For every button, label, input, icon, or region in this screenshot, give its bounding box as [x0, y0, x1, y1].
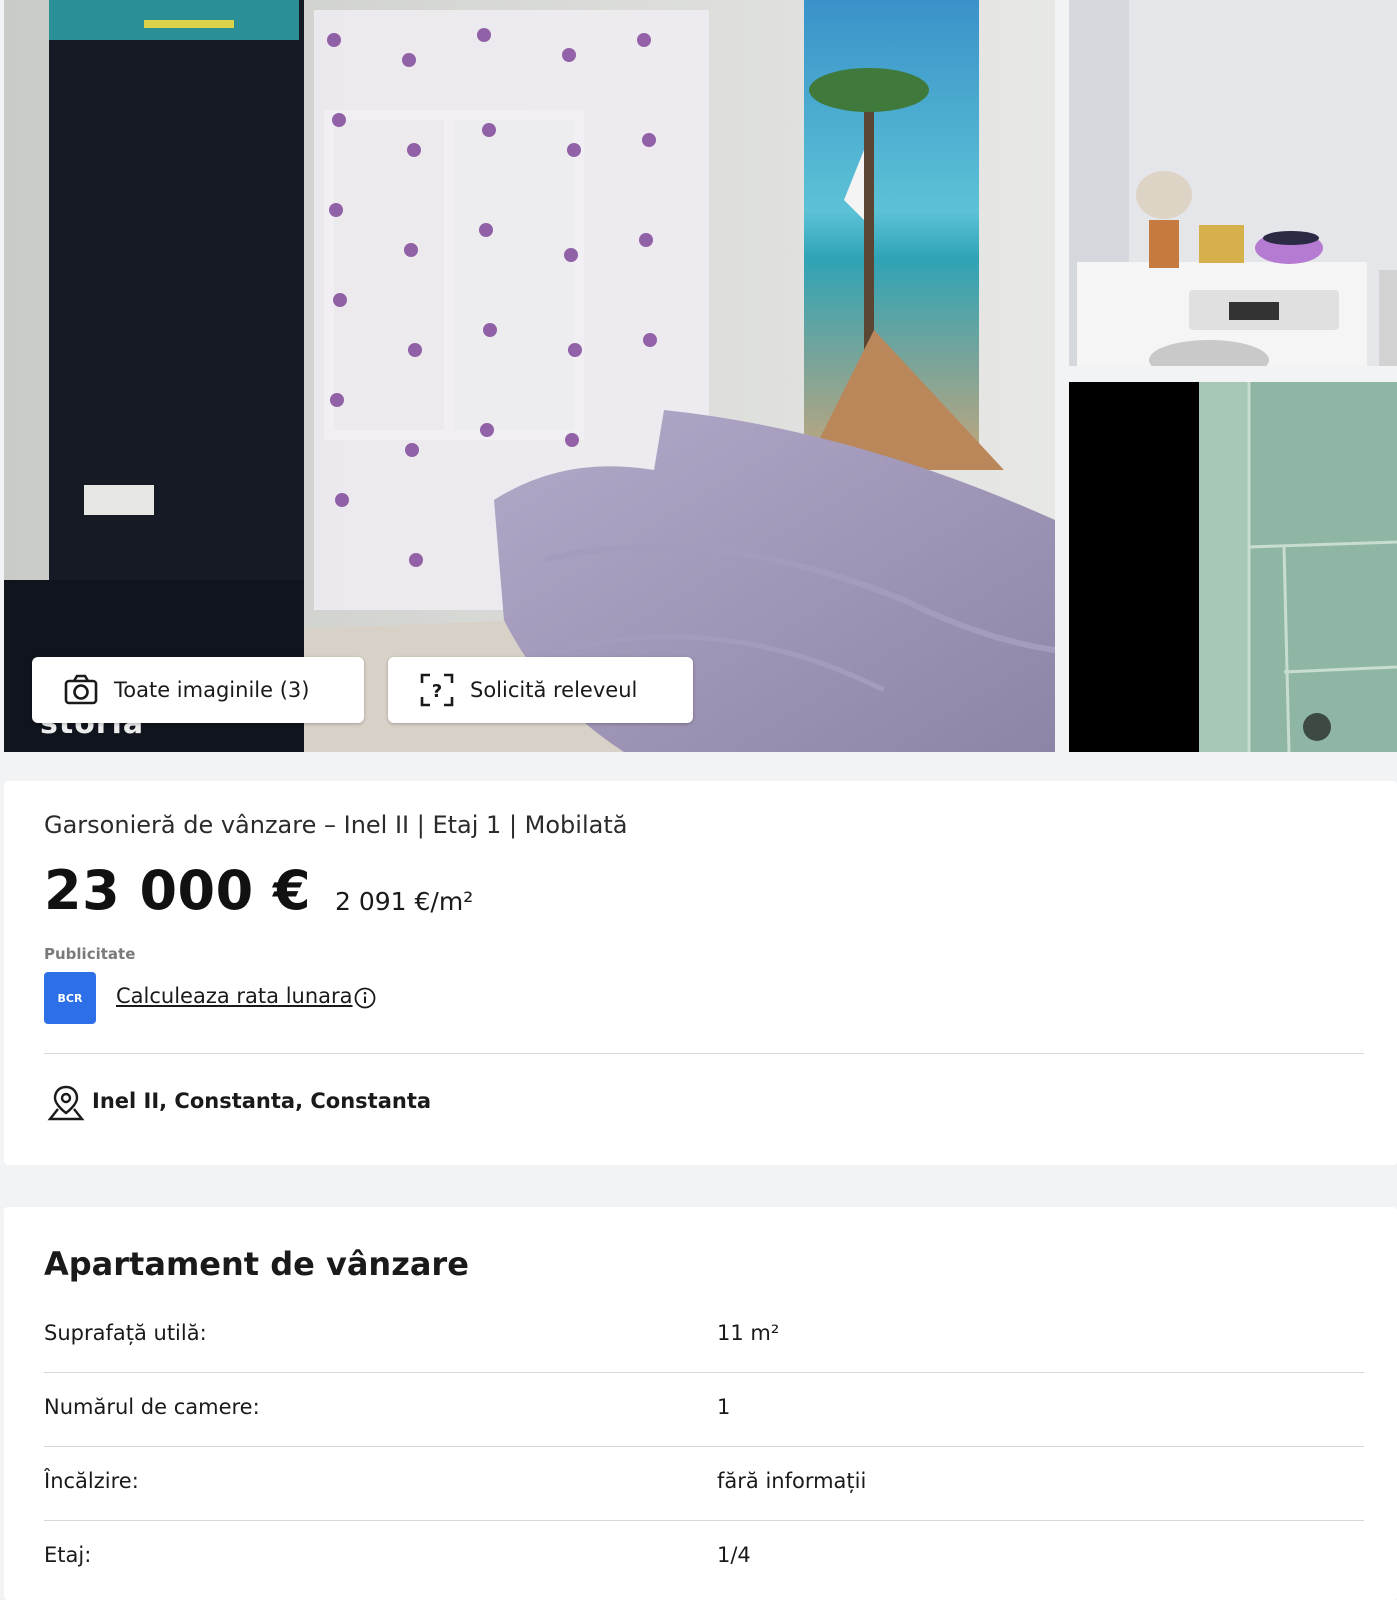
detail-row-floor: Etaj: 1/4	[44, 1521, 1364, 1595]
all-images-label: Toate imaginile (3)	[114, 678, 310, 702]
listing-price: 23 000 €	[44, 859, 312, 922]
request-floorplan-label: Solicită releveul	[470, 678, 638, 702]
section-title: Apartament de vânzare	[44, 1245, 469, 1283]
detail-value: 1	[717, 1395, 731, 1419]
calculate-monthly-rate-link[interactable]: Calculeaza rata lunara	[116, 984, 353, 1008]
property-details-card: Apartament de vânzare Suprafață utilă: 1…	[4, 1207, 1397, 1600]
all-images-button[interactable]: Toate imaginile (3)	[32, 657, 364, 723]
detail-row-rooms: Numărul de camere: 1	[44, 1373, 1364, 1447]
divider	[44, 1053, 1364, 1054]
detail-value: 1/4	[717, 1543, 751, 1567]
main-photo[interactable]	[4, 0, 1055, 752]
detail-value: 11 m²	[717, 1321, 780, 1345]
ad-label: Publicitate	[44, 945, 136, 963]
info-icon[interactable]	[353, 986, 377, 1010]
map-pin-icon	[47, 1085, 85, 1121]
kitchen-photo[interactable]	[1069, 0, 1397, 366]
bathroom-photo[interactable]	[1069, 382, 1397, 752]
detail-label: Încălzire:	[44, 1469, 139, 1493]
price-per-sqm: 2 091 €/m²	[335, 887, 474, 916]
floorplan-question-icon: ?	[418, 671, 456, 709]
request-floorplan-button[interactable]: ? Solicită releveul	[388, 657, 693, 723]
detail-label: Numărul de camere:	[44, 1395, 260, 1419]
listing-summary-card: Garsonieră de vânzare – Inel II | Etaj 1…	[4, 781, 1397, 1165]
bcr-logo-text: BCR	[57, 991, 83, 1005]
detail-row-heating: Încălzire: fără informații	[44, 1447, 1364, 1521]
listing-subtitle: Garsonieră de vânzare – Inel II | Etaj 1…	[44, 811, 628, 839]
svg-text:?: ?	[432, 681, 442, 702]
photo-gallery: storia Toate imaginile (3) ? Solicită re…	[0, 0, 1397, 752]
listing-address[interactable]: Inel II, Constanta, Constanta	[92, 1089, 431, 1113]
washing-machine-photo-image	[1069, 0, 1397, 366]
bcr-logo[interactable]: BCR	[44, 972, 96, 1024]
detail-label: Etaj:	[44, 1543, 92, 1567]
detail-label: Suprafață utilă:	[44, 1321, 207, 1345]
detail-value: fără informații	[717, 1469, 867, 1493]
camera-icon	[62, 671, 100, 709]
detail-row-usable-area: Suprafață utilă: 11 m²	[44, 1299, 1364, 1373]
bathroom-tiles-photo-image	[1069, 382, 1397, 752]
bedroom-photo-image	[4, 0, 1055, 752]
